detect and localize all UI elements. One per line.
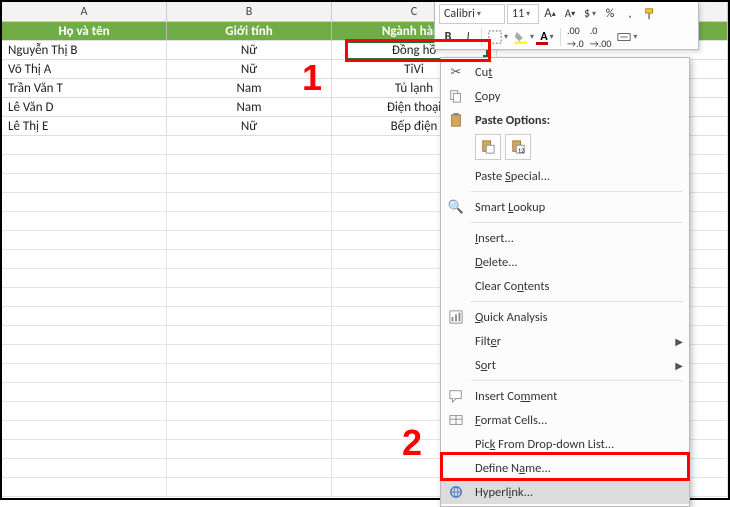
ctx-cut-label: Cut [475, 65, 492, 80]
accounting-format-icon[interactable]: $▾ [581, 4, 599, 24]
ctx-filter[interactable]: Filter ▶ [441, 329, 689, 353]
clipboard-icon [445, 109, 467, 131]
percent-format-icon[interactable]: % [601, 4, 619, 24]
cell-gender[interactable]: Nữ [167, 41, 332, 59]
font-size-dropdown[interactable]: 11▾ [507, 4, 539, 24]
ctx-paste[interactable]: Paste Options: [441, 108, 689, 132]
col-header-b[interactable]: B [167, 2, 332, 21]
submenu-arrow-icon: ▶ [675, 335, 683, 348]
ctx-clear-contents[interactable]: Clear Contents [441, 274, 689, 298]
ctx-quick-analysis[interactable]: Quick Analysis [441, 305, 689, 329]
borders-dropdown[interactable]: ▾ [486, 27, 510, 47]
cell-name[interactable]: Võ Thị A [2, 60, 167, 78]
ctx-hyperlink[interactable]: Hyperlink... [441, 480, 689, 504]
submenu-arrow-icon: ▶ [675, 359, 683, 372]
header-cell-name[interactable]: Họ và tên [2, 22, 167, 40]
format-cells-icon [445, 409, 467, 431]
decrease-decimal-icon[interactable]: .00→.0 [565, 27, 586, 47]
italic-button[interactable]: I [459, 27, 477, 47]
context-menu: ✂ Cut Copy Paste Options: 123 Paste Spec… [440, 57, 690, 507]
ctx-pick-dropdown[interactable]: Pick From Drop-down List... [441, 432, 689, 456]
cell-name[interactable]: Nguyễn Thị B [2, 41, 167, 59]
fill-color-dropdown[interactable]: ▾ [512, 27, 536, 47]
cell-name[interactable]: Lê Văn D [2, 98, 167, 116]
cell-gender[interactable]: Nam [167, 98, 332, 116]
font-name-dropdown[interactable]: Calibri▾ [439, 4, 505, 24]
cell-name[interactable]: Lê Thị E [2, 117, 167, 135]
ctx-insert-comment[interactable]: Insert Comment [441, 384, 689, 408]
merge-center-icon[interactable]: ▾ [615, 27, 639, 47]
ctx-paste-special[interactable]: Paste Special... [441, 164, 689, 188]
ctx-copy[interactable]: Copy [441, 84, 689, 108]
ctx-sort[interactable]: Sort ▶ [441, 353, 689, 377]
col-header-a[interactable]: A [2, 2, 167, 21]
bold-button[interactable]: B [439, 27, 457, 47]
comment-icon [445, 385, 467, 407]
cell-gender[interactable]: Nữ [167, 117, 332, 135]
cell-gender[interactable]: Nam [167, 79, 332, 97]
font-name-value: Calibri [444, 7, 475, 21]
format-painter-icon[interactable] [641, 4, 659, 24]
ctx-cut[interactable]: ✂ Cut [441, 60, 689, 84]
search-icon: 🔍 [445, 196, 467, 218]
font-color-dropdown[interactable]: A▾ [538, 27, 556, 47]
cell-gender[interactable]: Nữ [167, 60, 332, 78]
scissors-icon: ✂ [445, 61, 467, 83]
font-size-value: 11 [512, 7, 524, 21]
ctx-define-name[interactable]: Define Name... [441, 456, 689, 480]
svg-text:123: 123 [518, 146, 525, 154]
cell-name[interactable]: Trần Văn T [2, 79, 167, 97]
ctx-delete[interactable]: Delete... [441, 250, 689, 274]
ctx-insert[interactable]: Insert... [441, 226, 689, 250]
header-cell-gender[interactable]: Giới tính [167, 22, 332, 40]
ctx-paste-header-label: Paste Options: [475, 113, 683, 128]
mini-toolbar: Calibri▾ 11▾ A▴ A▾ $▾ % , B I ▾ ▾ A▾ .00… [434, 2, 699, 50]
decrease-font-icon[interactable]: A▾ [561, 4, 579, 24]
ctx-smart-lookup[interactable]: 🔍 Smart Lookup [441, 195, 689, 219]
increase-decimal-icon[interactable]: .0→.00 [588, 27, 614, 47]
paste-options-row: 123 [441, 132, 689, 164]
increase-font-icon[interactable]: A▴ [541, 4, 559, 24]
paste-option-values[interactable]: 123 [505, 134, 531, 160]
quick-analysis-icon [445, 306, 467, 328]
copy-icon [445, 85, 467, 107]
paste-option-default[interactable] [475, 134, 501, 160]
comma-format-icon[interactable]: , [621, 4, 639, 24]
ctx-format-cells[interactable]: Format Cells... [441, 408, 689, 432]
